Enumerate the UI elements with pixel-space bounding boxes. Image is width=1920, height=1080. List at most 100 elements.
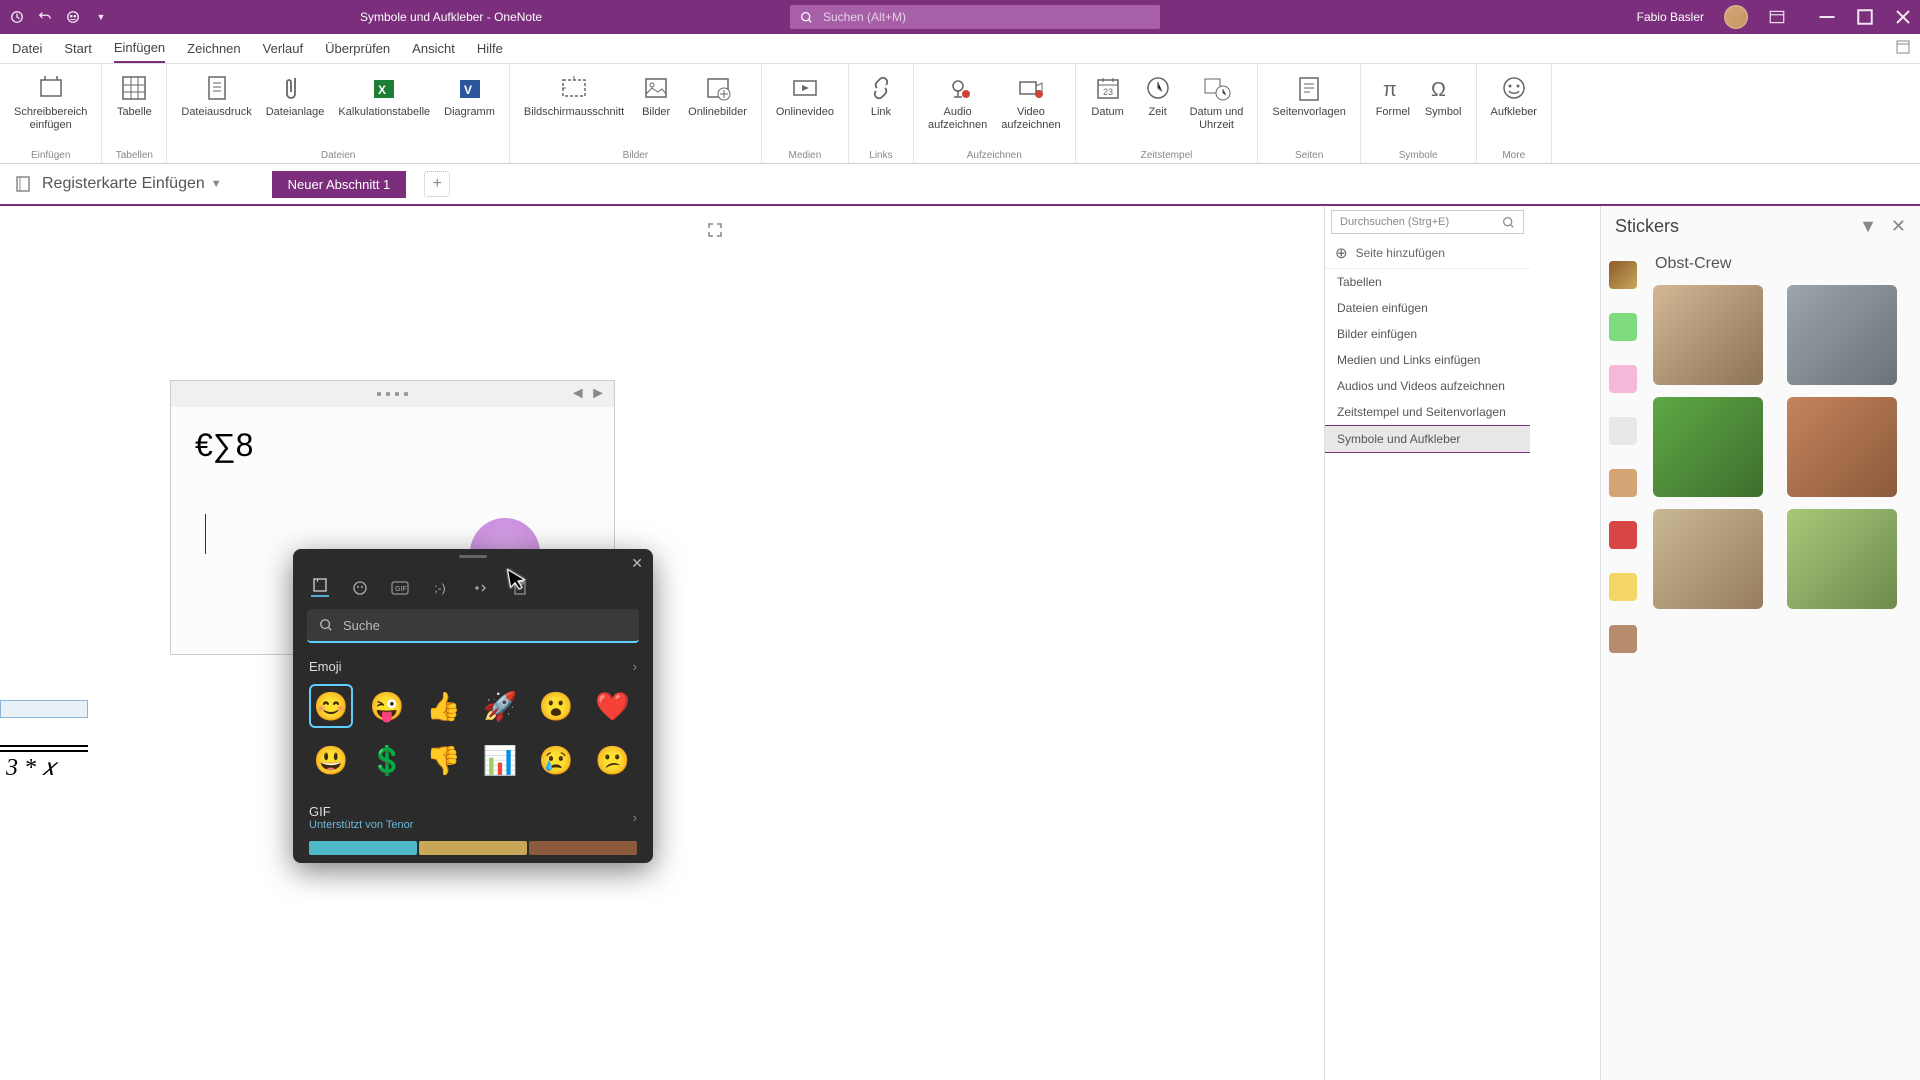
sticker-category[interactable] <box>1609 469 1637 497</box>
sticker-category[interactable] <box>1609 573 1637 601</box>
emoji-item[interactable]: 👎 <box>422 738 466 782</box>
emoji-tab-symbols[interactable] <box>471 579 489 597</box>
ribbon-options-icon[interactable] <box>1768 8 1786 26</box>
emoji-tab-kaomoji[interactable]: ;-) <box>431 579 449 597</box>
sticker-category[interactable] <box>1609 261 1637 289</box>
page-item[interactable]: Symbole und Aufkleber <box>1325 425 1530 453</box>
add-section-button[interactable]: + <box>424 171 450 197</box>
add-page-button[interactable]: ⊕ Seite hinzufügen <box>1325 238 1530 269</box>
emoji-tab-clipboard[interactable] <box>511 579 529 597</box>
ribbon-video-record[interactable]: Video aufzeichnen <box>995 68 1066 150</box>
emoji-item[interactable]: 😃 <box>309 738 353 782</box>
ribbon-symbol[interactable]: ΩSymbol <box>1419 68 1468 150</box>
ribbon-spreadsheet[interactable]: XKalkulationstabelle <box>332 68 436 150</box>
stickers-close-icon[interactable]: ✕ <box>1891 216 1906 237</box>
ribbon-templates[interactable]: Seitenvorlagen <box>1266 68 1351 150</box>
minimize-icon[interactable] <box>1818 8 1836 26</box>
ribbon-screenshot[interactable]: Bildschirmausschnitt <box>518 68 630 150</box>
sticker-item[interactable] <box>1653 285 1763 385</box>
section-tab[interactable]: Neuer Abschnitt 1 <box>272 171 407 198</box>
emoji-item[interactable]: 🚀 <box>478 684 522 728</box>
emoji-item[interactable]: 😜 <box>365 684 409 728</box>
fullscreen-icon[interactable] <box>707 222 723 243</box>
ribbon-file-printout[interactable]: Dateiausdruck <box>175 68 257 150</box>
ribbon-visio[interactable]: VDiagramm <box>438 68 501 150</box>
save-icon[interactable] <box>8 8 26 26</box>
emoji-tab-gif[interactable]: GIF <box>391 579 409 597</box>
stickers-dropdown-icon[interactable]: ▼ <box>1859 216 1877 237</box>
ribbon-table[interactable]: Tabelle <box>110 68 158 150</box>
ribbon-date[interactable]: 23Datum <box>1084 68 1132 150</box>
ribbon-label: Tabelle <box>117 106 152 119</box>
user-name[interactable]: Fabio Basler <box>1637 10 1704 24</box>
qat-dropdown-icon[interactable]: ▼ <box>92 8 110 26</box>
emoji-item[interactable]: 😮 <box>534 684 578 728</box>
global-search[interactable]: Suchen (Alt+M) <box>790 5 1160 29</box>
user-avatar[interactable] <box>1724 5 1748 29</box>
gif-thumbnails[interactable] <box>293 841 653 863</box>
menu-tab-ansicht[interactable]: Ansicht <box>412 35 455 62</box>
close-icon[interactable] <box>1894 8 1912 26</box>
menu-tab-einfügen[interactable]: Einfügen <box>114 34 165 63</box>
undo-icon[interactable] <box>36 8 54 26</box>
emoji-item[interactable]: 😕 <box>591 738 635 782</box>
menu-tab-zeichnen[interactable]: Zeichnen <box>187 35 240 62</box>
ribbon-sticker[interactable]: Aufkleber <box>1485 68 1543 150</box>
ribbon: Schreibbereich einfügenEinfügenTabelleTa… <box>0 64 1920 164</box>
page-item[interactable]: Dateien einfügen <box>1325 295 1530 321</box>
note-nav-arrows[interactable]: ◄ ► <box>570 385 606 403</box>
page-item[interactable]: Audios und Videos aufzeichnen <box>1325 373 1530 399</box>
note-header[interactable]: ◄ ► <box>171 381 614 407</box>
emoji-search-input[interactable]: Suche <box>307 609 639 643</box>
ribbon-picture[interactable]: Bilder <box>632 68 680 150</box>
menu-tab-start[interactable]: Start <box>64 35 91 62</box>
ribbon-audio[interactable]: Audio aufzeichnen <box>922 68 993 150</box>
page-item[interactable]: Zeitstempel und Seitenvorlagen <box>1325 399 1530 425</box>
menu-tab-hilfe[interactable]: Hilfe <box>477 35 503 62</box>
emoji-tab-emoji[interactable] <box>351 579 369 597</box>
emoji-item[interactable]: 👍 <box>422 684 466 728</box>
ribbon-insert-space[interactable]: Schreibbereich einfügen <box>8 68 93 150</box>
sticker-item[interactable] <box>1653 397 1763 497</box>
ribbon-link[interactable]: Link <box>857 68 905 150</box>
ribbon-video[interactable]: Onlinevideo <box>770 68 840 150</box>
sticker-category[interactable] <box>1609 417 1637 445</box>
emoji-item[interactable]: 📊 <box>478 738 522 782</box>
emoji-item[interactable]: 😊 <box>309 684 353 728</box>
ribbon-time[interactable]: Zeit <box>1134 68 1182 150</box>
menu-tab-überprüfen[interactable]: Überprüfen <box>325 35 390 62</box>
collapse-ribbon-icon[interactable] <box>1896 40 1910 57</box>
sticker-item[interactable] <box>1787 397 1897 497</box>
redo-icon[interactable] <box>64 8 82 26</box>
menu-tab-datei[interactable]: Datei <box>12 35 42 62</box>
sticker-item[interactable] <box>1787 285 1897 385</box>
sticker-category[interactable] <box>1609 365 1637 393</box>
gif-section-header[interactable]: GIF Unterstützt von Tenor › <box>293 794 653 841</box>
emoji-item[interactable]: 💲 <box>365 738 409 782</box>
ribbon-group-label: Bilder <box>518 150 753 163</box>
emoji-item[interactable]: ❤️ <box>591 684 635 728</box>
emoji-tab-recent[interactable] <box>311 579 329 597</box>
ribbon-online-picture[interactable]: Onlinebilder <box>682 68 753 150</box>
sticker-category[interactable] <box>1609 521 1637 549</box>
menu-tab-verlauf[interactable]: Verlauf <box>263 35 303 62</box>
page-item[interactable]: Medien und Links einfügen <box>1325 347 1530 373</box>
page-item[interactable]: Tabellen <box>1325 269 1530 295</box>
ribbon-attachment[interactable]: Dateianlage <box>260 68 331 150</box>
sticker-item[interactable] <box>1653 509 1763 609</box>
notebook-dropdown[interactable]: Registerkarte Einfügen ▼ <box>42 175 222 193</box>
emoji-picker-drag[interactable]: ✕ <box>293 549 653 571</box>
page-item[interactable]: Bilder einfügen <box>1325 321 1530 347</box>
page-canvas[interactable]: ◄ ► €∑8 3 * 𝑥 <box>0 210 1325 1080</box>
emoji-close-icon[interactable]: ✕ <box>631 555 643 572</box>
drag-handle-icon[interactable] <box>377 392 408 396</box>
sticker-item[interactable] <box>1787 509 1897 609</box>
emoji-section-header[interactable]: Emoji › <box>293 649 653 684</box>
emoji-item[interactable]: 😢 <box>534 738 578 782</box>
sticker-category[interactable] <box>1609 313 1637 341</box>
sticker-category[interactable] <box>1609 625 1637 653</box>
ribbon-datetime[interactable]: Datum und Uhrzeit <box>1184 68 1250 150</box>
page-search[interactable]: Durchsuchen (Strg+E) <box>1331 210 1524 234</box>
ribbon-equation[interactable]: πFormel <box>1369 68 1417 150</box>
maximize-icon[interactable] <box>1856 8 1874 26</box>
